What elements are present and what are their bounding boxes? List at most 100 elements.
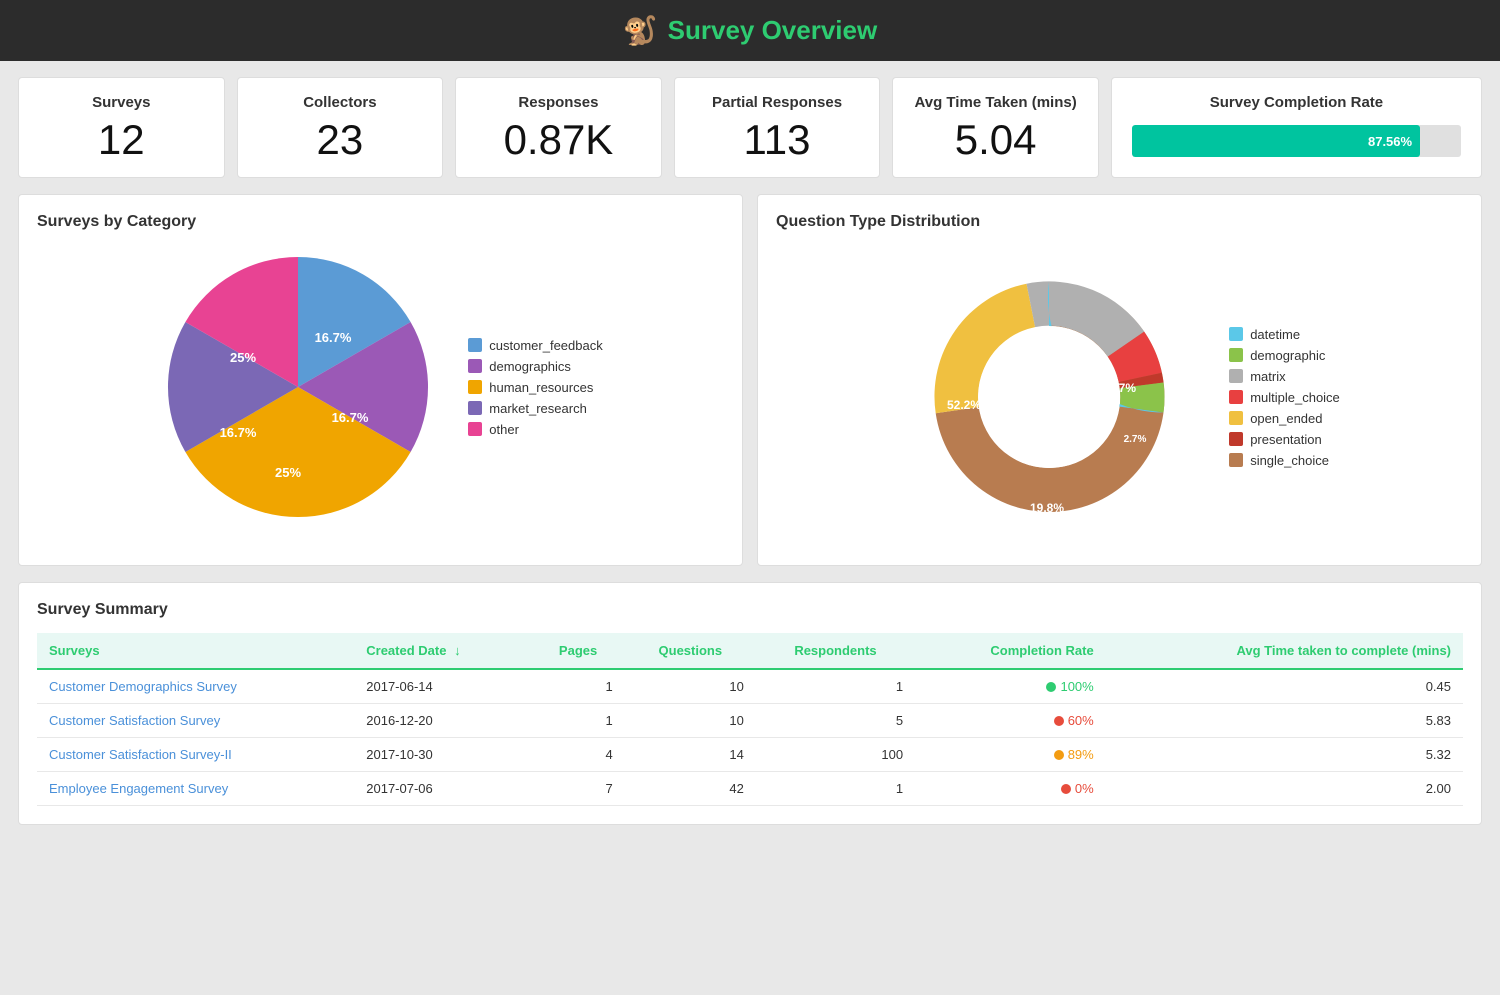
legend-box-mc xyxy=(1229,390,1243,404)
donut-svg: 52.2% 19.8% 18.7% 2.7% xyxy=(899,247,1199,547)
legend-label-cf: customer_feedback xyxy=(489,338,602,353)
col-header-avg-time: Avg Time taken to complete (mins) xyxy=(1106,633,1463,669)
cell-created-date: 2016-12-20 xyxy=(354,704,531,738)
legend-label-demo: demographics xyxy=(489,359,571,374)
legend-demographic: demographic xyxy=(1229,348,1340,363)
col-header-pages: Pages xyxy=(531,633,624,669)
surveys-by-category-title: Surveys by Category xyxy=(37,213,724,231)
table-header-row: Surveys Created Date ↓ Pages Questions R… xyxy=(37,633,1463,669)
legend-label-mc: multiple_choice xyxy=(1250,390,1340,405)
col-header-created-date: Created Date ↓ xyxy=(354,633,531,669)
surveys-by-category-card: Surveys by Category xyxy=(18,194,743,566)
legend-open-ended: open_ended xyxy=(1229,411,1340,426)
page-title: Survey Overview xyxy=(668,15,878,46)
cell-created-date: 2017-07-06 xyxy=(354,772,531,806)
cell-completion-rate: 60% xyxy=(915,704,1106,738)
status-dot xyxy=(1054,750,1064,760)
pie-chart: 16.7% 16.7% 25% 16.7% 25% xyxy=(158,247,438,527)
stat-collectors-value: 23 xyxy=(317,119,364,161)
legend-label-pres: presentation xyxy=(1250,432,1322,447)
cell-questions: 42 xyxy=(625,772,756,806)
legend-box-cf xyxy=(468,338,482,352)
col-header-respondents: Respondents xyxy=(756,633,915,669)
completion-rate-val: 60% xyxy=(1068,713,1094,728)
stat-surveys: Surveys 12 xyxy=(18,77,225,178)
stat-collectors-label: Collectors xyxy=(303,94,376,111)
legend-other: other xyxy=(468,422,602,437)
legend-label-sc: single_choice xyxy=(1250,453,1329,468)
col-header-questions: Questions xyxy=(625,633,756,669)
cell-avg-time: 0.45 xyxy=(1106,669,1463,704)
legend-box-sc xyxy=(1229,453,1243,467)
status-dot xyxy=(1046,682,1056,692)
legend-customer-feedback: customer_feedback xyxy=(468,338,602,353)
stat-surveys-label: Surveys xyxy=(92,94,150,111)
label-demo: 16.7% xyxy=(332,410,369,425)
cell-survey-name[interactable]: Customer Satisfaction Survey-II xyxy=(37,738,354,772)
completion-bar-container: 87.56% xyxy=(1132,125,1461,157)
label-matrix: 18.7% xyxy=(1102,381,1136,395)
donut-hole xyxy=(978,326,1120,468)
status-dot xyxy=(1054,716,1064,726)
label-open-ended: 19.8% xyxy=(1030,501,1064,515)
surveys-by-category-content: 16.7% 16.7% 25% 16.7% 25% customer_feedb… xyxy=(37,247,724,527)
label-single-choice: 52.2% xyxy=(947,398,981,412)
legend-multiple-choice: multiple_choice xyxy=(1229,390,1340,405)
cell-avg-time: 2.00 xyxy=(1106,772,1463,806)
legend-demographics: demographics xyxy=(468,359,602,374)
monkey-icon: 🐒 xyxy=(623,14,658,47)
cell-pages: 4 xyxy=(531,738,624,772)
donut-chart: 52.2% 19.8% 18.7% 2.7% xyxy=(899,247,1199,547)
charts-row: Surveys by Category xyxy=(18,194,1482,566)
legend-box-hr xyxy=(468,380,482,394)
stats-row: Surveys 12 Collectors 23 Responses 0.87K… xyxy=(18,77,1482,178)
label-hr: 25% xyxy=(275,465,301,480)
cell-survey-name[interactable]: Employee Engagement Survey xyxy=(37,772,354,806)
legend-box-matrix xyxy=(1229,369,1243,383)
stat-completion-rate: Survey Completion Rate 87.56% xyxy=(1111,77,1482,178)
completion-rate-val: 0% xyxy=(1075,781,1094,796)
legend-datetime: datetime xyxy=(1229,327,1340,342)
legend-box-pres xyxy=(1229,432,1243,446)
col-header-completion-rate: Completion Rate xyxy=(915,633,1106,669)
completion-cell: 89% xyxy=(927,747,1094,762)
pie-legend: customer_feedback demographics human_res… xyxy=(468,338,602,437)
cell-completion-rate: 0% xyxy=(915,772,1106,806)
pie-svg: 16.7% 16.7% 25% 16.7% 25% xyxy=(158,247,438,527)
legend-label-mr: market_research xyxy=(489,401,587,416)
col-header-surveys: Surveys xyxy=(37,633,354,669)
survey-summary-title: Survey Summary xyxy=(37,601,1463,619)
stat-responses-value: 0.87K xyxy=(504,119,614,161)
sort-icon: ↓ xyxy=(454,643,461,658)
cell-avg-time: 5.32 xyxy=(1106,738,1463,772)
table-row: Customer Demographics Survey 2017-06-14 … xyxy=(37,669,1463,704)
table-row: Employee Engagement Survey 2017-07-06 7 … xyxy=(37,772,1463,806)
legend-box-datetime xyxy=(1229,327,1243,341)
completion-bar-fill: 87.56% xyxy=(1132,125,1420,157)
legend-human-resources: human_resources xyxy=(468,380,602,395)
completion-rate-val: 89% xyxy=(1068,747,1094,762)
table-row: Customer Satisfaction Survey-II 2017-10-… xyxy=(37,738,1463,772)
legend-label-matrix: matrix xyxy=(1250,369,1285,384)
stat-partial-label: Partial Responses xyxy=(712,94,842,111)
cell-pages: 1 xyxy=(531,669,624,704)
question-type-card: Question Type Distribution xyxy=(757,194,1482,566)
legend-presentation: presentation xyxy=(1229,432,1340,447)
legend-box-demo xyxy=(468,359,482,373)
stat-partial-responses: Partial Responses 113 xyxy=(674,77,881,178)
cell-survey-name[interactable]: Customer Satisfaction Survey xyxy=(37,704,354,738)
legend-label-datetime: datetime xyxy=(1250,327,1300,342)
cell-pages: 7 xyxy=(531,772,624,806)
cell-respondents: 5 xyxy=(756,704,915,738)
donut-legend: datetime demographic matrix multiple_cho… xyxy=(1229,327,1340,468)
cell-created-date: 2017-06-14 xyxy=(354,669,531,704)
completion-cell: 100% xyxy=(927,679,1094,694)
cell-survey-name[interactable]: Customer Demographics Survey xyxy=(37,669,354,704)
cell-completion-rate: 89% xyxy=(915,738,1106,772)
legend-matrix: matrix xyxy=(1229,369,1340,384)
question-type-content: 52.2% 19.8% 18.7% 2.7% datetime demograp… xyxy=(776,247,1463,547)
donut-slices xyxy=(935,281,1165,512)
survey-table: Surveys Created Date ↓ Pages Questions R… xyxy=(37,633,1463,806)
cell-questions: 10 xyxy=(625,669,756,704)
table-row: Customer Satisfaction Survey 2016-12-20 … xyxy=(37,704,1463,738)
